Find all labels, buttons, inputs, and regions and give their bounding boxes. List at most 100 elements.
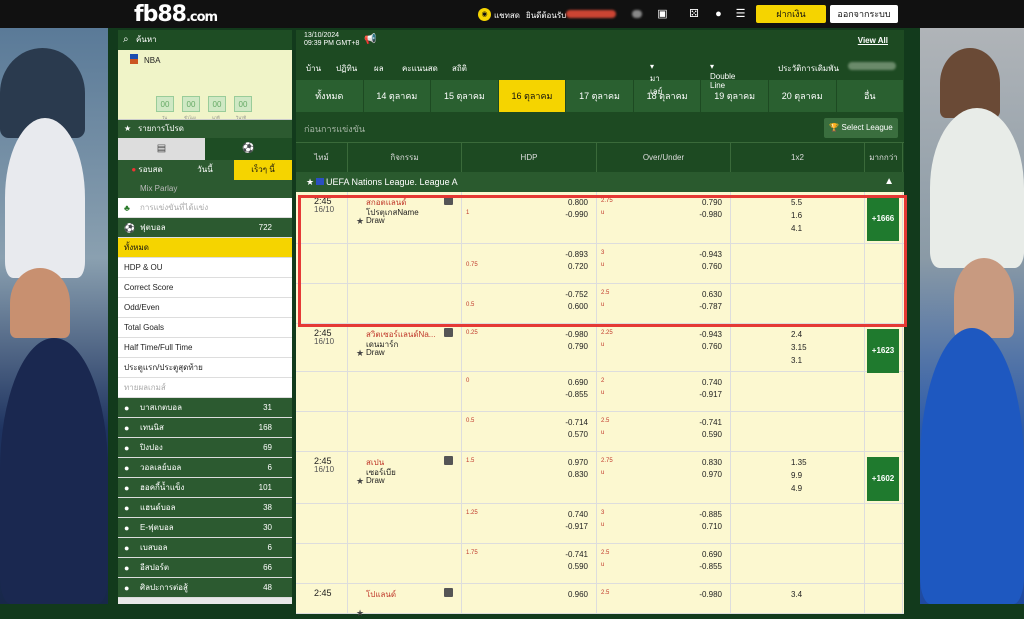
hdp-cell[interactable]: 1.5 0.970 0.830: [462, 452, 597, 503]
tab-all-days[interactable]: ทั้งหมด: [296, 80, 364, 112]
hdp-away-odds[interactable]: 0.590: [568, 562, 588, 571]
star-icon[interactable]: ★: [306, 172, 314, 192]
ou-cell[interactable]: 2.5 u 0.690 -0.855: [597, 544, 731, 583]
over-odds[interactable]: 0.690: [702, 550, 722, 559]
sidebar-item-handball[interactable]: ● แฮนด์บอล 38: [118, 498, 292, 518]
nba-countdown-card[interactable]: NBA 00 00 00 00 วัน ชั่วโมง นาที วินาที: [118, 50, 292, 120]
hdp-cell[interactable]: 0.5 -0.752 0.600: [462, 284, 597, 323]
bet-history-link[interactable]: ประวัติการเดิมพัน: [778, 62, 839, 75]
language-dropdown[interactable]: มาเลย์ ▾: [650, 62, 662, 96]
bet-type-hdp-ou[interactable]: HDP & OU: [118, 258, 292, 278]
wallet-icon[interactable]: ▣: [656, 8, 669, 21]
tab-20-oct[interactable]: 20 ตุลาคม: [769, 80, 837, 112]
tab-live[interactable]: ● รอบสด: [118, 160, 176, 180]
bet-type-first-last-goal[interactable]: ประตูแรก/ประตูสุดท้าย: [118, 358, 292, 378]
tab-17-oct[interactable]: 17 ตุลาคม: [566, 80, 634, 112]
1x2-cell[interactable]: 5.5 1.6 4.1: [731, 192, 865, 243]
hdp-cell[interactable]: 1.25 0.740 -0.917: [462, 504, 597, 543]
hdp-cell[interactable]: 0.25 -0.980 0.790: [462, 324, 597, 371]
favorite-star-icon[interactable]: ★: [356, 476, 364, 487]
hdp-cell[interactable]: 0.5 -0.714 0.570: [462, 412, 597, 451]
hdp-home-odds[interactable]: 0.740: [568, 510, 588, 519]
1x2-cell[interactable]: 1.35 9.9 4.9: [731, 452, 865, 503]
under-odds[interactable]: -0.855: [699, 562, 722, 571]
1x2-odds[interactable]: 3.1: [791, 356, 802, 365]
1x2-odds[interactable]: 3.15: [791, 343, 807, 352]
chat-icon[interactable]: ◉: [478, 8, 491, 21]
hdp-home-odds[interactable]: 0.800: [568, 198, 588, 207]
league-header[interactable]: ★ UEFA Nations League. League A ▲: [296, 172, 904, 192]
hdp-home-odds[interactable]: -0.893: [565, 250, 588, 259]
nav-results[interactable]: ผล: [374, 62, 384, 75]
sports-view-tab[interactable]: ⚽: [205, 138, 292, 160]
sidebar-item-table-tennis[interactable]: ● ปิงปอง 69: [118, 438, 292, 458]
hdp-away-odds[interactable]: 0.790: [568, 342, 588, 351]
1x2-cell[interactable]: [731, 284, 865, 323]
under-odds[interactable]: -0.917: [699, 390, 722, 399]
nav-live-score[interactable]: คะแนนสด: [402, 62, 438, 75]
ou-cell[interactable]: 3 u -0.885 0.710: [597, 504, 731, 543]
odds-type-dropdown[interactable]: Double Line ▾: [710, 62, 735, 90]
over-odds[interactable]: 0.630: [702, 290, 722, 299]
stats-icon[interactable]: [444, 196, 453, 205]
nav-calendar[interactable]: ปฏิทิน: [336, 62, 357, 75]
sidebar-item-volleyball[interactable]: ● วอลเลย์บอล 6: [118, 458, 292, 478]
hdp-cell[interactable]: 1 0.800 -0.990: [462, 192, 597, 243]
bet-type-odd-even[interactable]: Odd/Even: [118, 298, 292, 318]
nav-home[interactable]: บ้าน: [306, 62, 321, 75]
hdp-cell[interactable]: 0.960: [462, 584, 597, 613]
hdp-cell[interactable]: 0.75 -0.893 0.720: [462, 244, 597, 283]
ou-cell[interactable]: 2.5 u 0.630 -0.787: [597, 284, 731, 323]
tab-other-days[interactable]: อื่น: [837, 80, 905, 112]
tab-16-oct[interactable]: 16 ตุลาคม: [498, 80, 567, 112]
1x2-odds[interactable]: 2.4: [791, 330, 802, 339]
over-odds[interactable]: -0.741: [699, 418, 722, 427]
sidebar-item-martial-arts[interactable]: ● ศิลปะการต่อสู้ 48: [118, 578, 292, 598]
sidebar-item-tennis[interactable]: ● เทนนิส 168: [118, 418, 292, 438]
tab-upcoming[interactable]: เร็วๆ นี้: [234, 160, 292, 180]
more-markets-button[interactable]: +1602: [867, 457, 899, 501]
hdp-home-odds[interactable]: 0.960: [568, 590, 588, 599]
menu-list-icon[interactable]: ☰: [734, 8, 747, 21]
tab-15-oct[interactable]: 15 ตุลาคม: [431, 80, 499, 112]
user-icon[interactable]: ●: [712, 8, 725, 21]
bet-type-htft[interactable]: Half Time/Full Time: [118, 338, 292, 358]
1x2-cell[interactable]: [731, 244, 865, 283]
1x2-cell[interactable]: [731, 412, 865, 451]
hdp-home-odds[interactable]: -0.741: [565, 550, 588, 559]
hdp-home-odds[interactable]: -0.980: [565, 330, 588, 339]
sidebar-item-basketball[interactable]: ● บาสเกตบอล 31: [118, 398, 292, 418]
favorite-star-icon[interactable]: ★: [356, 348, 364, 359]
over-odds[interactable]: -0.943: [699, 330, 722, 339]
favorite-star-icon[interactable]: ★: [356, 608, 364, 619]
sidebar-item-esports[interactable]: ● อีสปอร์ต 66: [118, 558, 292, 578]
over-odds[interactable]: 0.740: [702, 378, 722, 387]
1x2-cell[interactable]: 3.4: [731, 584, 865, 613]
1x2-odds[interactable]: 9.9: [791, 471, 802, 480]
search-header[interactable]: ⌕ ค้นหา: [118, 30, 292, 50]
more-markets-button[interactable]: +1623: [867, 329, 899, 373]
mix-parlay-item[interactable]: Mix Parlay: [118, 180, 292, 198]
collapse-icon[interactable]: ▲: [884, 172, 894, 192]
promo-icon[interactable]: ⚄: [684, 8, 704, 21]
deposit-button[interactable]: ฝากเงิน: [756, 5, 826, 23]
1x2-odds[interactable]: 4.1: [791, 224, 802, 233]
bet-type-correct-score[interactable]: Correct Score: [118, 278, 292, 298]
hdp-home-odds[interactable]: -0.752: [565, 290, 588, 299]
hdp-away-odds[interactable]: -0.917: [565, 522, 588, 531]
sidebar-item-baseball[interactable]: ● เบสบอล 6: [118, 538, 292, 558]
1x2-cell[interactable]: [731, 372, 865, 411]
fb88-logo[interactable]: fb88.com: [134, 2, 218, 27]
under-odds[interactable]: 0.970: [702, 470, 722, 479]
over-odds[interactable]: -0.943: [699, 250, 722, 259]
hdp-away-odds[interactable]: -0.855: [565, 390, 588, 399]
bet-type-predict[interactable]: ทายผลเกมส์: [118, 378, 292, 398]
1x2-odds[interactable]: 3.4: [791, 590, 802, 599]
hdp-away-odds[interactable]: 0.720: [568, 262, 588, 271]
1x2-cell[interactable]: [731, 504, 865, 543]
1x2-cell[interactable]: 2.4 3.15 3.1: [731, 324, 865, 371]
favorite-star-icon[interactable]: ★: [356, 216, 364, 227]
sidebar-item-e-football[interactable]: ● E-ฟุตบอล 30: [118, 518, 292, 538]
stats-icon[interactable]: [444, 456, 453, 465]
1x2-odds[interactable]: 1.35: [791, 458, 807, 467]
